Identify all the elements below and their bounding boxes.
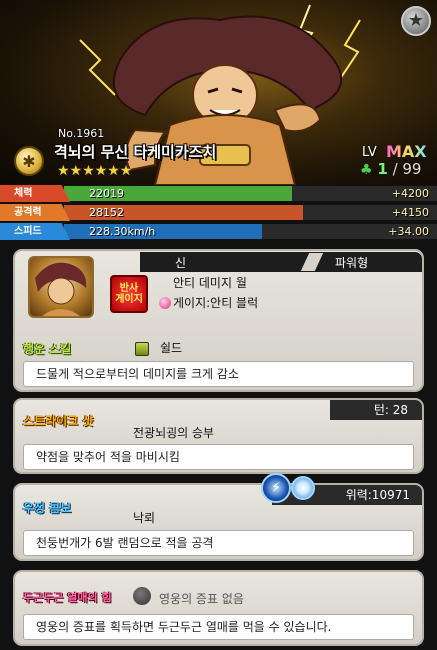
shield-skill-icon xyxy=(135,342,149,356)
gauge-dot-icon xyxy=(159,297,171,309)
info-panel: 신 파워형 반사 게이지 안티 데미지 월 게이지:안티 블럭 행운 스킬 쉴드… xyxy=(13,249,424,392)
stat-row-attack: 공격력 28152 +4150 xyxy=(0,204,437,221)
strike-shot-name: 전광뇌굉의 승부 xyxy=(133,426,215,440)
lightning-orb-icon: ⚡ xyxy=(261,473,291,503)
type-label: 파워형 xyxy=(335,256,369,270)
rank-medal-icon: ✱ xyxy=(14,146,44,176)
luck-skill-name: 쉴드 xyxy=(160,341,183,355)
character-portrait[interactable] xyxy=(28,256,94,318)
luck-skill-label: 행운 스킬 xyxy=(23,342,72,356)
portrait-art xyxy=(35,262,87,316)
hero-proof-status: 영웅의 증표 없음 xyxy=(159,592,244,606)
clover-icon: ♣ xyxy=(360,162,373,178)
stat-value-attack: 28152 xyxy=(89,206,124,219)
orb-glow-icon xyxy=(291,476,315,500)
stat-bonus-speed: +34.00 xyxy=(388,225,429,238)
stat-label-speed: 스피드 xyxy=(0,223,70,240)
heart-fruit-label: 두근두근 열매의 힘 xyxy=(23,591,112,604)
character-hero: ★ No.1961 ✱ 격뇌의 무신 타케미카즈치 ★★★★★★ LV MAX … xyxy=(0,0,437,185)
gauge-ability: 게이지:안티 블럭 xyxy=(159,294,258,311)
strike-turns: 턴: 28 xyxy=(373,403,408,417)
luck-skill-description: 드물게 적으로부터의 데미지를 크게 감소 xyxy=(23,361,414,387)
stat-row-hp: 체력 22019 +4200 xyxy=(0,185,437,202)
hero-proof-icon xyxy=(133,587,151,605)
strike-shot-description: 약점을 맞추어 적을 마비시킴 xyxy=(23,444,414,470)
level-cap: / 99 xyxy=(392,160,422,178)
strike-shot-label: 스트라이크 샷 xyxy=(23,414,94,428)
ability-icon-text: 반사 게이지 xyxy=(115,283,143,305)
stat-value-hp: 22019 xyxy=(89,187,124,200)
heart-fruit-panel: 두근두근 열매의 힘 영웅의 증표 없음 영웅의 증표를 획득하면 두근두근 열… xyxy=(13,570,424,646)
level-label: LV xyxy=(362,145,377,160)
level-max-label: MAX xyxy=(386,142,427,161)
stat-row-speed: 스피드 228.30km/h +34.00 xyxy=(0,223,437,240)
friendship-combo-label: 우정 콤보 xyxy=(23,501,72,515)
stat-value-speed: 228.30km/h xyxy=(89,225,156,238)
heart-fruit-description: 영웅의 증표를 획득하면 두근두근 열매를 먹을 수 있습니다. xyxy=(23,614,414,640)
strike-shot-panel: 턴: 28 스트라이크 샷 전광뇌굉의 승부 약점을 맞추어 적을 마비시킴 xyxy=(13,398,424,474)
friendship-power: 위력:10971 xyxy=(345,488,410,502)
rarity-stars: ★★★★★★ xyxy=(57,163,133,179)
stat-label-hp: 체력 xyxy=(0,185,70,202)
stat-bonus-attack: +4150 xyxy=(391,206,429,219)
character-number: No.1961 xyxy=(58,127,105,140)
race-label: 신 xyxy=(175,256,187,270)
stat-bonus-hp: +4200 xyxy=(391,187,429,200)
reflect-gauge-icon: 반사 게이지 xyxy=(110,275,148,313)
friendship-combo-name: 낙뢰 xyxy=(133,511,156,525)
friendship-combo-panel: ⚡ 위력:10971 우정 콤보 낙뢰 천둥번개가 6발 랜덤으로 적을 공격 xyxy=(13,473,424,561)
character-name: 격뇌의 무신 타케미카즈치 xyxy=(54,143,217,161)
level-current: 1 xyxy=(377,160,388,178)
gauge-ability-text: 게이지:안티 블럭 xyxy=(173,296,259,310)
star-settings-icon: ★ xyxy=(407,10,425,31)
settings-star-button[interactable]: ★ xyxy=(401,6,431,36)
stat-label-attack: 공격력 xyxy=(0,204,70,221)
friendship-combo-description: 천둥번개가 6발 랜덤으로 적을 공격 xyxy=(23,530,414,556)
ability-name: 안티 데미지 월 xyxy=(173,276,247,290)
level-readout: ♣ 1 / 99 xyxy=(360,160,421,178)
